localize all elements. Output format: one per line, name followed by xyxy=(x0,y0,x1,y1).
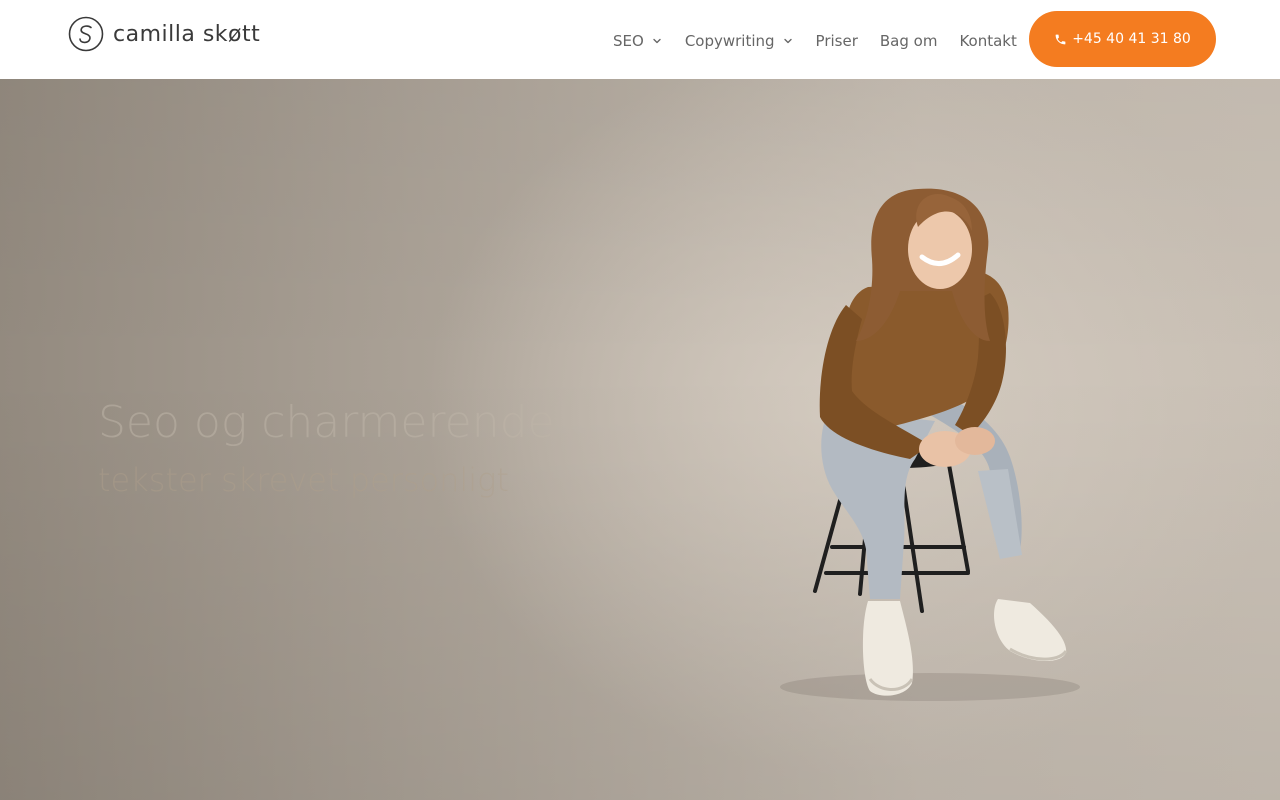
hero-subline: tekster skrevet personligt xyxy=(98,461,509,499)
nav-item-label: Kontakt xyxy=(959,32,1017,50)
nav-item-kontakt[interactable]: Kontakt xyxy=(959,32,1016,50)
hero-section: Seo og charmerende tekster skrevet perso… xyxy=(0,79,1280,800)
nav-item-seo[interactable]: SEO xyxy=(613,32,662,50)
spiral-s-icon xyxy=(68,16,104,52)
hero-headline: Seo og charmerende xyxy=(98,397,555,448)
nav-item-label: Bag om xyxy=(879,32,938,50)
logo[interactable]: camilla skøtt xyxy=(68,16,260,52)
main-nav: SEO Copywriting Priser Bag om Kontakt xyxy=(613,28,1017,54)
logo-text: camilla skøtt xyxy=(113,21,261,47)
phone-number: +45 40 41 31 80 xyxy=(1072,31,1191,47)
nav-item-bag-om[interactable]: Bag om xyxy=(880,32,938,50)
nav-item-label: SEO xyxy=(613,32,644,50)
nav-item-priser[interactable]: Priser xyxy=(816,32,858,50)
call-button[interactable]: +45 40 41 31 80 xyxy=(1029,11,1216,67)
chevron-down-icon xyxy=(653,38,661,44)
phone-icon xyxy=(1055,34,1066,44)
nav-item-label: Priser xyxy=(815,32,858,50)
nav-item-copywriting[interactable]: Copywriting xyxy=(685,32,793,50)
nav-item-label: Copywriting xyxy=(684,32,775,50)
chevron-down-icon xyxy=(783,38,792,44)
site-header: camilla skøtt SEO Copywriting Priser Bag… xyxy=(0,0,1280,79)
